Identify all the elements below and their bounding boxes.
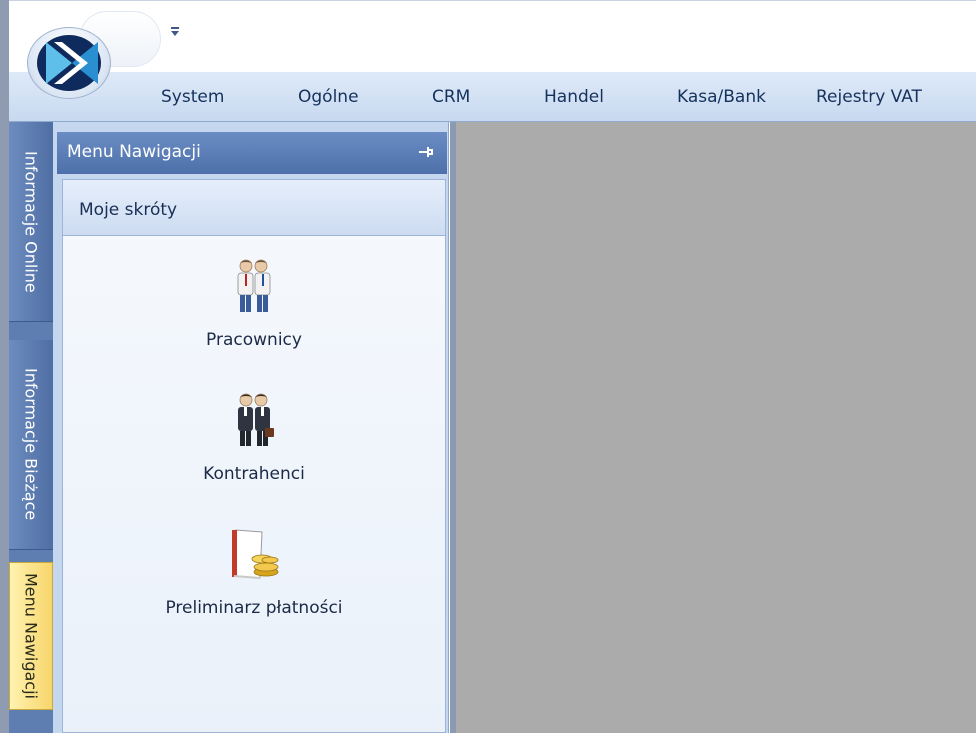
navigation-panel-title: Menu Nawigacji xyxy=(67,142,201,162)
shortcuts-group: Moje skróty Pracownicy Kontrahenci Preli… xyxy=(62,179,446,733)
application-menu-button[interactable] xyxy=(27,27,111,99)
shortcut-label: Kontrahenci xyxy=(203,464,305,484)
navigation-panel-header: Menu Nawigacji xyxy=(57,132,447,174)
tab-crm[interactable]: CRM xyxy=(432,87,470,107)
payment-schedule-icon xyxy=(232,529,279,579)
navigation-panel: Menu Nawigacji Moje skróty Pracownicy Ko… xyxy=(53,122,449,733)
tab-rejestry-vat[interactable]: Rejestry VAT xyxy=(816,87,922,107)
tab-kasa-bank[interactable]: Kasa/Bank xyxy=(677,87,766,107)
pin-icon[interactable] xyxy=(419,146,433,158)
contractors-icon xyxy=(238,393,274,446)
workspace-area xyxy=(450,122,976,733)
tab-handel[interactable]: Handel xyxy=(544,87,604,107)
shortcut-kontrahenci[interactable]: Kontrahenci xyxy=(63,392,445,484)
app-logo-icon xyxy=(37,35,101,91)
side-tab-strip: Informacje Online Informacje Bieżące Men… xyxy=(9,122,53,733)
tab-ogolne[interactable]: Ogólne xyxy=(298,87,359,107)
customize-toolbar-dropdown-icon[interactable] xyxy=(169,25,181,39)
shortcut-label: Pracownicy xyxy=(206,330,302,350)
side-tab-informacje-biezace[interactable]: Informacje Bieżące xyxy=(9,340,53,550)
side-tab-informacje-online[interactable]: Informacje Online xyxy=(9,122,53,322)
shortcut-pracownicy[interactable]: Pracownicy xyxy=(63,258,445,350)
quick-access-toolbar xyxy=(9,0,976,72)
shortcut-label: Preliminarz płatności xyxy=(165,598,343,618)
shortcuts-group-header[interactable]: Moje skróty xyxy=(63,180,445,236)
tab-system[interactable]: System xyxy=(161,87,224,107)
ribbon-tab-bar: System Ogólne CRM Handel Kasa/Bank Rejes… xyxy=(9,72,976,122)
window-left-edge xyxy=(0,0,9,733)
side-tab-menu-nawigacji[interactable]: Menu Nawigacji xyxy=(9,562,53,710)
employees-icon xyxy=(237,259,271,312)
shortcut-preliminarz-platnosci[interactable]: Preliminarz płatności xyxy=(63,526,445,618)
